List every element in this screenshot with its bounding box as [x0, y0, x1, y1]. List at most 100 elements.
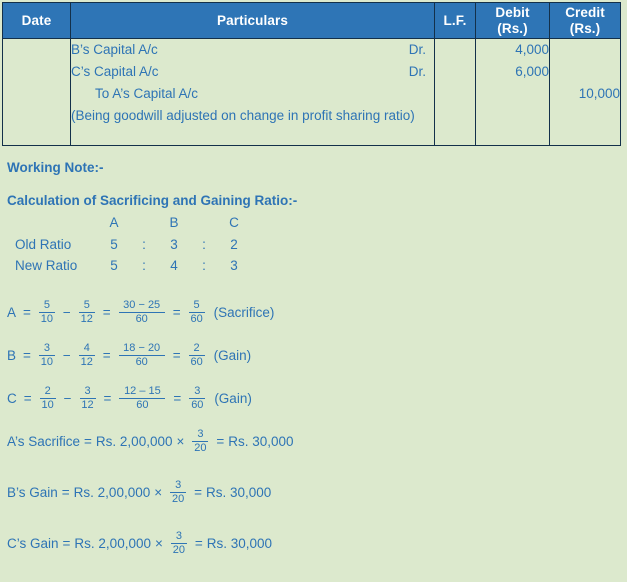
fraction-numerator: 5	[83, 299, 90, 312]
fraction-denominator: 60	[191, 399, 204, 412]
journal-line-account: B’s Capital A/c	[71, 42, 158, 57]
ratio-header-a: A	[109, 215, 119, 231]
column-header-debit-line1: Debit	[495, 4, 530, 20]
ratio-header-row: A B C	[9, 214, 251, 235]
ratio-value-a: 5	[110, 236, 118, 252]
working-note-section: Working Note:- Calculation of Sacrificin…	[7, 160, 619, 582]
ratio-header-c: C	[229, 215, 239, 231]
fraction-denominator: 10	[40, 356, 54, 369]
fraction-equation-c: C = 2 10 − 3 12 = 12 – 15 60 = 3 60 (Gai…	[7, 386, 619, 411]
money-equations-group: A’s Sacrifice = Rs. 2,00,000 × 3 20 = Rs…	[7, 429, 619, 556]
journal-line-dr-tag: Dr.	[408, 42, 426, 57]
fraction-denominator: 20	[194, 442, 207, 455]
cell-credit-amounts: 0 0 10,000	[549, 38, 621, 146]
money-equation-times: ×	[154, 536, 163, 552]
money-equation-equals-2: =	[194, 485, 203, 501]
table-row: B’s Capital A/c Dr. C’s Capital A/c Dr. …	[2, 38, 621, 146]
fraction-term-3: 12 – 15 60	[119, 385, 166, 412]
fraction-numerator: 5	[193, 299, 200, 312]
ratio-header-blank	[9, 214, 97, 235]
ratio-separator: :	[142, 257, 146, 273]
cell-date	[2, 38, 71, 146]
column-header-particulars: Particulars	[70, 2, 435, 39]
equation-equals-3: =	[173, 391, 182, 407]
money-equation-b-gain: B’s Gain = Rs. 2,00,000 × 3 20 = Rs. 30,…	[7, 480, 619, 505]
fraction-term-4: 3 60	[189, 386, 206, 412]
ratio-row-new: New Ratio 5 : 4 : 3	[9, 257, 251, 278]
money-equation-result: Rs. 30,000	[206, 536, 273, 552]
cell-particulars: B’s Capital A/c Dr. C’s Capital A/c Dr. …	[70, 38, 435, 146]
fraction-equations-group: A = 5 10 − 5 12 = 30 − 25 60 = 5 60 (Sac…	[7, 300, 619, 411]
equation-result-label: (Sacrifice)	[213, 305, 275, 321]
equation-equals-3: =	[172, 305, 181, 321]
column-header-credit-line1: Credit	[565, 4, 605, 20]
journal-line-dr-tag: Dr.	[408, 63, 426, 79]
equation-equals: =	[23, 348, 31, 364]
money-equation-times: ×	[154, 485, 163, 501]
ratio-value-c: 2	[230, 236, 238, 252]
fraction-numerator: 12 – 15	[124, 385, 161, 398]
fraction-term-4: 5 60	[188, 299, 205, 326]
fraction-numerator: 3	[43, 342, 50, 355]
fraction-numerator: 3	[197, 428, 204, 441]
fraction-numerator: 3	[175, 530, 182, 543]
fraction-denominator: 60	[136, 399, 149, 412]
money-equation-times: ×	[176, 434, 185, 450]
fraction-term-3: 18 − 20 60	[118, 342, 165, 368]
fraction-denominator: 60	[190, 313, 203, 326]
debit-amount: 6,000	[515, 63, 549, 79]
money-equation-equals: =	[62, 536, 71, 552]
fraction-denominator: 20	[172, 493, 185, 506]
money-equation-a-sacrifice: A’s Sacrifice = Rs. 2,00,000 × 3 20 = Rs…	[7, 429, 619, 454]
equation-equals-2: =	[103, 391, 112, 407]
money-equation-fraction: 3 20	[170, 479, 187, 506]
equation-partner: B	[7, 348, 17, 364]
fraction-term-1: 2 10	[39, 385, 56, 412]
equation-equals-3: =	[172, 348, 181, 364]
column-header-debit-line2: (Rs.)	[497, 20, 528, 36]
ratio-separator: :	[142, 236, 146, 252]
ratio-row-label: Old Ratio	[15, 236, 72, 252]
fraction-numerator: 5	[43, 299, 50, 312]
equation-minus: −	[63, 391, 72, 407]
ratio-value-c: 3	[230, 257, 238, 273]
equation-equals: =	[23, 391, 32, 407]
column-header-date: Date	[2, 2, 71, 39]
fraction-numerator: 30 − 25	[123, 299, 161, 312]
fraction-numerator: 18 − 20	[123, 342, 161, 355]
journal-narration: (Being goodwill adjusted on change in pr…	[71, 107, 415, 123]
money-equation-equals: =	[84, 434, 92, 450]
fraction-numerator: 4	[83, 342, 90, 355]
fraction-denominator: 10	[41, 399, 54, 412]
equation-partner: A	[7, 305, 17, 321]
money-equation-fraction: 3 20	[192, 428, 209, 455]
money-equation-label: C’s Gain	[7, 536, 59, 552]
fraction-numerator: 3	[84, 385, 91, 398]
column-header-debit: Debit (Rs.)	[475, 2, 550, 39]
fraction-term-2: 5 12	[78, 299, 95, 325]
ratio-row-label: New Ratio	[15, 257, 78, 273]
equation-partner: C	[7, 391, 17, 407]
fraction-term-4: 2 60	[188, 343, 205, 369]
money-equation-equals-2: =	[216, 434, 225, 450]
money-equation-label: A’s Sacrifice	[7, 434, 81, 450]
ratio-separator: :	[202, 257, 206, 273]
fraction-numerator: 2	[44, 385, 51, 398]
column-header-credit: Credit (Rs.)	[549, 2, 621, 39]
ratio-row-old: Old Ratio 5 : 3 : 2	[9, 236, 251, 257]
journal-line-account: To A’s Capital A/c	[95, 85, 199, 101]
fraction-denominator: 60	[190, 356, 203, 369]
fraction-term-1: 5 10	[38, 299, 55, 325]
money-equation-amount: Rs. 2,00,000	[73, 485, 151, 501]
money-equation-label: B’s Gain	[7, 485, 58, 501]
fraction-equation-b: B = 3 10 − 4 12 = 18 − 20 60 = 2 60 (Gai…	[7, 343, 619, 368]
money-equation-c-gain: C’s Gain = Rs. 2,00,000 × 3 20 = Rs. 30,…	[7, 531, 619, 556]
ratio-value-b: 3	[170, 236, 178, 252]
equation-minus: −	[62, 305, 71, 321]
journal-line: C’s Capital A/c Dr.	[71, 61, 434, 83]
money-equation-amount: Rs. 2,00,000	[95, 434, 173, 450]
journal-entry-table: Date Particulars L.F. Debit (Rs.) Credit…	[2, 2, 621, 146]
money-equation-equals-2: =	[194, 536, 203, 552]
fraction-numerator: 3	[175, 479, 182, 492]
fraction-term-3: 30 − 25 60	[118, 299, 165, 325]
